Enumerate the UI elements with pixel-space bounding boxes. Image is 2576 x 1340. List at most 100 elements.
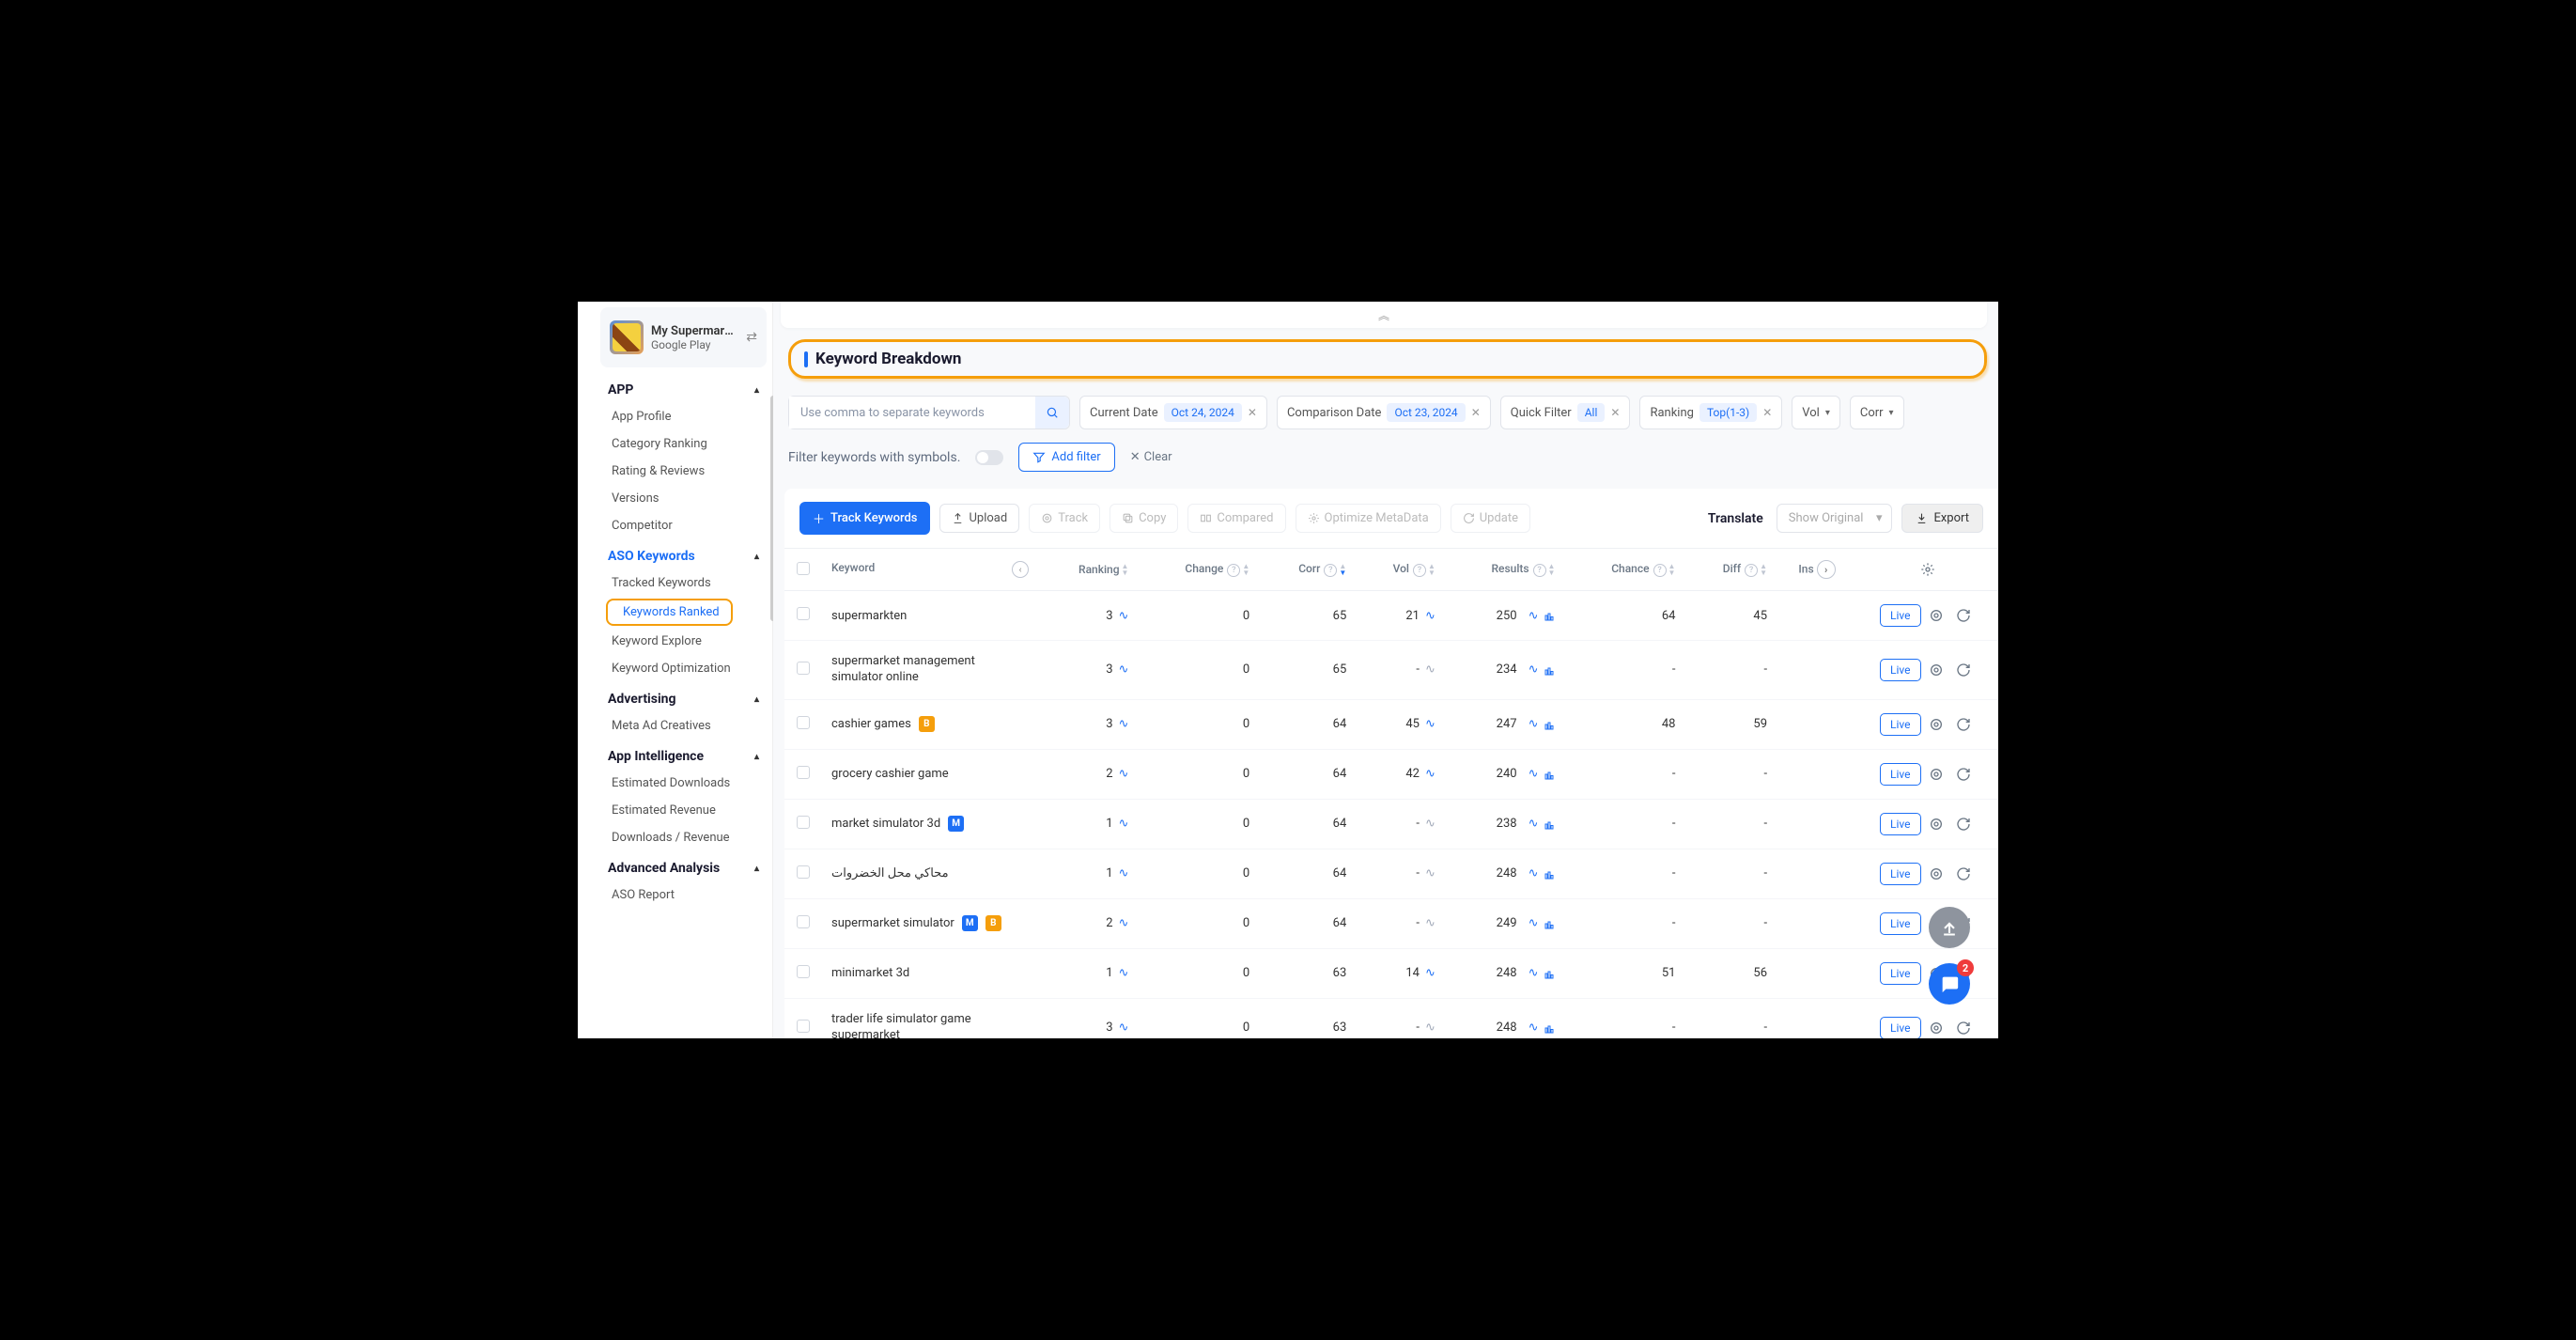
bar-icon[interactable] [1544,609,1555,622]
spark-icon[interactable]: ∿ [1529,866,1539,880]
target-icon[interactable] [1929,661,1944,678]
bar-icon[interactable] [1544,967,1555,980]
spark-icon[interactable]: ∿ [1425,609,1435,623]
spark-icon[interactable]: ∿ [1529,966,1539,980]
target-icon[interactable] [1929,1019,1944,1036]
track-keywords-button[interactable]: ＋Track Keywords [799,502,930,535]
bar-icon[interactable] [1544,768,1555,781]
row-checkbox[interactable] [797,607,810,620]
help-icon[interactable]: ? [1324,564,1337,577]
live-button[interactable]: Live [1880,912,1920,935]
sidebar-item[interactable]: Competitor [595,512,772,539]
spark-icon[interactable]: ∿ [1529,916,1539,930]
app-selector[interactable]: My Supermark... Google Play ⇄ [600,307,767,367]
target-icon[interactable] [1929,865,1944,881]
spark-icon[interactable]: ∿ [1529,817,1539,831]
spark-icon[interactable]: ∿ [1425,1021,1435,1035]
spark-icon[interactable]: ∿ [1425,916,1435,930]
refresh-icon[interactable] [1956,661,1971,678]
sidebar-item[interactable]: Estimated Downloads [595,770,772,797]
corr-filter[interactable]: Corr ▾ [1850,396,1904,429]
bar-icon[interactable] [1544,917,1555,930]
refresh-icon[interactable] [1956,1019,1971,1036]
refresh-icon[interactable] [1956,606,1971,623]
sidebar-item[interactable]: Estimated Revenue [595,797,772,824]
gear-icon[interactable] [1920,562,1935,577]
sidebar-section-header[interactable]: APP▴ [595,373,772,403]
close-icon[interactable]: ✕ [1762,406,1772,419]
sidebar-section-header[interactable]: Advertising▴ [595,682,772,712]
bar-icon[interactable] [1544,718,1555,731]
row-checkbox[interactable] [797,1020,810,1033]
current-date-filter[interactable]: Current Date Oct 24, 2024 ✕ [1079,396,1267,429]
row-checkbox[interactable] [797,662,810,675]
row-checkbox[interactable] [797,766,810,779]
help-icon[interactable]: ? [1653,564,1667,577]
search-input[interactable] [789,397,1030,428]
help-icon[interactable]: ? [1745,564,1758,577]
spark-icon[interactable]: ∿ [1425,866,1435,880]
spark-icon[interactable]: ∿ [1529,662,1539,677]
symbol-toggle[interactable] [975,450,1003,465]
refresh-icon[interactable] [1956,815,1971,832]
close-icon[interactable]: ✕ [1610,406,1620,419]
spark-icon[interactable]: ∿ [1119,662,1129,677]
upload-button[interactable]: Upload [939,504,1019,533]
add-filter-button[interactable]: Add filter [1018,443,1114,472]
target-icon[interactable] [1929,606,1944,623]
vol-filter[interactable]: Vol ▾ [1792,396,1840,429]
spark-icon[interactable]: ∿ [1529,717,1539,731]
spark-icon[interactable]: ∿ [1119,866,1129,880]
spark-icon[interactable]: ∿ [1529,609,1539,623]
clear-button[interactable]: ✕ Clear [1130,450,1172,464]
row-checkbox[interactable] [797,716,810,729]
ranking-filter[interactable]: Ranking Top(1-3) ✕ [1639,396,1782,429]
live-button[interactable]: Live [1880,763,1920,786]
sidebar-item[interactable]: Keyword Optimization [595,655,772,682]
sidebar-item[interactable]: Meta Ad Creatives [595,712,772,740]
target-icon[interactable] [1929,815,1944,832]
live-button[interactable]: Live [1880,863,1920,885]
spark-icon[interactable]: ∿ [1119,717,1129,731]
live-button[interactable]: Live [1880,1017,1920,1038]
spark-icon[interactable]: ∿ [1119,609,1129,623]
live-button[interactable]: Live [1880,604,1920,627]
spark-icon[interactable]: ∿ [1119,966,1129,980]
sidebar-item[interactable]: Tracked Keywords [595,569,772,597]
translate-select[interactable]: Show Original [1777,504,1893,533]
help-icon[interactable]: ? [1227,564,1240,577]
refresh-icon[interactable] [1956,865,1971,881]
sidebar-item[interactable]: Versions [595,485,772,512]
sidebar-item[interactable]: App Profile [595,403,772,430]
next-icon[interactable]: › [1817,560,1836,579]
spark-icon[interactable]: ∿ [1119,767,1129,781]
sidebar-section-header[interactable]: Advanced Analysis▴ [595,851,772,881]
spark-icon[interactable]: ∿ [1425,717,1435,731]
close-icon[interactable]: ✕ [1471,406,1481,419]
spark-icon[interactable]: ∿ [1529,1021,1539,1035]
sidebar-item[interactable]: Keywords Ranked [606,599,733,626]
sidebar-item[interactable]: Downloads / Revenue [595,824,772,851]
bar-icon[interactable] [1544,663,1555,677]
bar-icon[interactable] [1544,1021,1555,1035]
swap-icon[interactable]: ⇄ [746,330,757,345]
chat-float-button[interactable]: 2 [1929,963,1970,1005]
live-button[interactable]: Live [1880,659,1920,681]
bar-icon[interactable] [1544,818,1555,831]
spark-icon[interactable]: ∿ [1119,916,1129,930]
upload-float-button[interactable] [1929,907,1970,948]
bar-icon[interactable] [1544,867,1555,880]
refresh-icon[interactable] [1956,765,1971,782]
target-icon[interactable] [1929,715,1944,732]
spark-icon[interactable]: ∿ [1119,817,1129,831]
sidebar-item[interactable]: ASO Report [595,881,772,909]
close-icon[interactable]: ✕ [1248,406,1257,419]
row-checkbox[interactable] [797,915,810,928]
spark-icon[interactable]: ∿ [1119,1021,1129,1035]
sidebar-section-header[interactable]: ASO Keywords▴ [595,539,772,569]
help-icon[interactable]: ? [1533,564,1546,577]
sidebar-item[interactable]: Rating & Reviews [595,458,772,485]
collapse-bar[interactable]: ︽ [781,302,1987,328]
spark-icon[interactable]: ∿ [1529,767,1539,781]
live-button[interactable]: Live [1880,813,1920,835]
